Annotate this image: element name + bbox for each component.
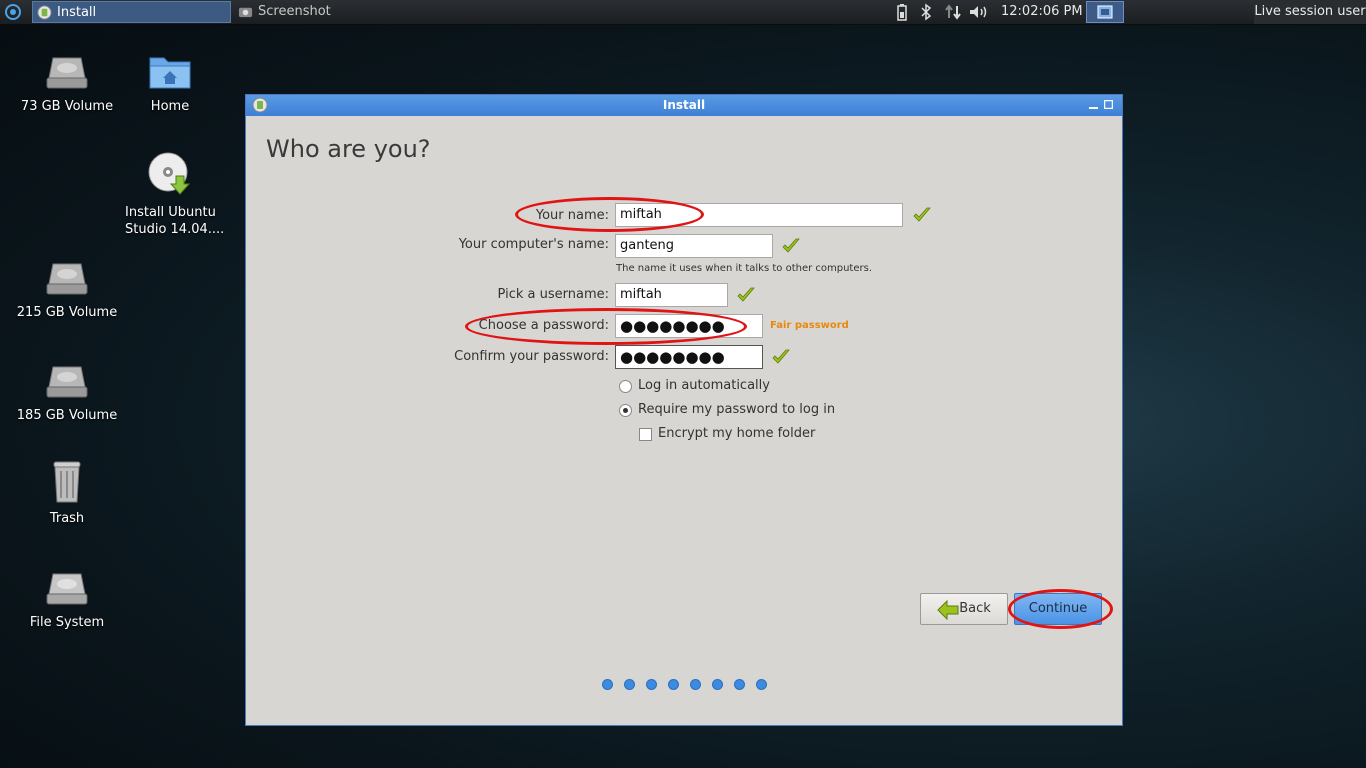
install-window: Install Who are you? Your name: miftah Y… [245,94,1123,726]
battery-icon[interactable] [896,3,908,21]
back-button-label: Back [959,601,991,616]
username-field[interactable]: miftah [615,283,728,307]
username-label: Pick a username: [497,287,609,302]
progress-dot [734,679,745,690]
annotation-ellipse-continue [1008,589,1113,629]
desktop-icon-file-system[interactable]: File System [12,568,122,631]
maximize-icon[interactable] [1104,100,1113,109]
annotation-ellipse-name [515,197,704,232]
progress-dot [712,679,723,690]
task-install-label: Install [57,5,97,20]
password-strength: Fair password [770,320,849,331]
progress-dot [690,679,701,690]
encrypt-home-checkbox[interactable] [639,428,652,441]
task-screenshot-label: Screenshot [258,4,331,19]
trash-icon [53,461,81,503]
drive-icon [46,366,88,398]
back-button[interactable]: Back [920,593,1008,625]
desktop-icon-label: Trash [49,511,85,526]
annotation-ellipse-password [465,308,747,345]
home-folder-icon [149,57,191,89]
desktop-icon-label: 185 GB Volume [16,408,118,423]
checkmark-icon [782,238,800,253]
volume-icon[interactable] [968,3,990,21]
progress-dot [756,679,767,690]
progress-dot [602,679,613,690]
checkmark-icon [772,349,790,364]
drive-icon [46,57,88,89]
desktop-icon-215gb-volume[interactable]: 215 GB Volume [12,258,122,321]
app-menu-icon[interactable] [3,2,23,22]
install-disc-icon [148,152,191,195]
computer-name-hint: The name it uses when it talks to other … [616,263,873,274]
back-arrow-icon [937,600,959,620]
desktop-icon-label: Install Ubuntu Studio 14.04.... [125,205,225,237]
drive-icon [46,263,88,295]
workspace-switcher[interactable] [1086,1,1124,23]
checkmark-icon [913,207,931,222]
session-user-menu[interactable]: Live session user [1254,0,1366,24]
installer-icon [37,5,52,20]
bluetooth-icon[interactable] [920,3,932,21]
desktop-icon-label: Home [150,99,190,114]
desktop-icon-73gb-volume[interactable]: 73 GB Volume [12,52,122,115]
drive-icon [46,573,88,605]
confirm-password-field[interactable]: ●●●●●●●● [615,345,763,369]
desktop-icon-home[interactable]: Home [115,52,225,115]
desktop-icon-label: 73 GB Volume [20,99,114,114]
require-password-radio[interactable] [619,404,632,417]
require-password-label[interactable]: Require my password to log in [638,402,835,417]
desktop-icon-label: File System [29,615,105,630]
progress-dot [624,679,635,690]
computer-name-field[interactable]: ganteng [615,234,773,258]
desktop-icon-label: 215 GB Volume [16,305,118,320]
camera-icon [238,7,253,18]
clock[interactable]: 12:02:06 PM [1001,0,1083,24]
login-automatically-label[interactable]: Log in automatically [638,378,770,393]
task-screenshot[interactable]: Screenshot [234,1,434,23]
desktop-icon-install-ubuntu[interactable]: Install Ubuntu Studio 14.04.... [115,152,225,238]
task-install[interactable]: Install [32,1,231,23]
workspace-icon [1097,5,1113,19]
window-title: Install [662,98,706,112]
encrypt-home-label[interactable]: Encrypt my home folder [658,426,815,441]
minimize-icon[interactable] [1089,100,1098,109]
computer-name-label: Your computer's name: [458,237,609,252]
progress-dot [668,679,679,690]
desktop-icon-trash[interactable]: Trash [12,458,122,527]
login-automatically-radio[interactable] [619,380,632,393]
progress-dot [646,679,657,690]
confirm-password-label: Confirm your password: [454,349,609,364]
desktop-icon-185gb-volume[interactable]: 185 GB Volume [12,361,122,424]
top-panel: Install Screenshot 12:02:06 PM Live sess… [0,0,1366,25]
page-title: Who are you? [266,135,431,163]
checkmark-icon [737,287,755,302]
window-titlebar[interactable]: Install [246,95,1122,116]
network-icon[interactable] [944,3,962,21]
